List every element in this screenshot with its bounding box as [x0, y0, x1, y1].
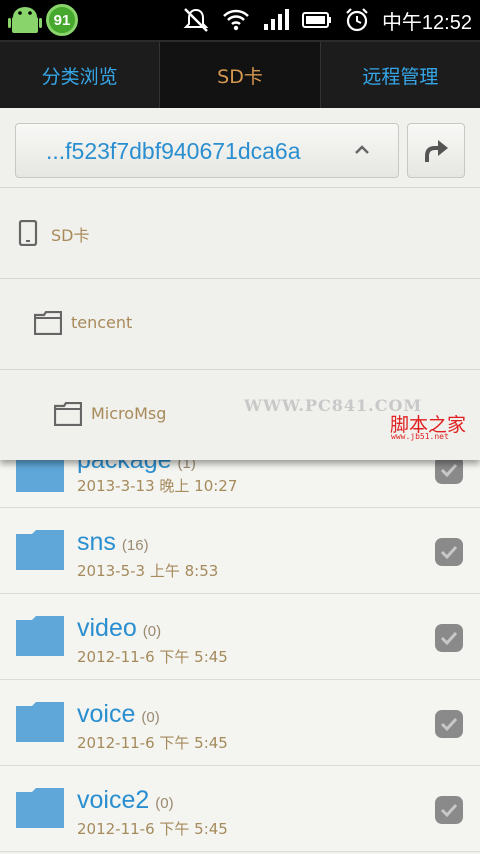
file-name: video: [77, 614, 137, 642]
file-name: voice2: [77, 786, 150, 814]
clock: 中午12:52: [381, 11, 472, 34]
file-date: 2012-11-6 下午 5:45: [77, 820, 228, 838]
android-icon: [8, 7, 42, 33]
wifi-icon: [223, 9, 249, 31]
file-date: 2013-5-3 上午 8:53: [77, 562, 219, 580]
path-bar: ...f523f7dbf940671dca6a: [0, 108, 480, 188]
select-checkbox[interactable]: [435, 538, 463, 566]
file-date: 2012-11-6 下午 5:45: [77, 734, 228, 752]
select-checkbox[interactable]: [435, 624, 463, 652]
path-selector[interactable]: ...f523f7dbf940671dca6a: [15, 123, 399, 178]
checkmark-icon: [440, 545, 458, 560]
list-item[interactable]: voice2 (0) 2012-11-6 下午 5:45: [0, 766, 480, 852]
list-item[interactable]: voice (0) 2012-11-6 下午 5:45: [0, 680, 480, 766]
alarm-icon: [346, 8, 368, 32]
file-name: sns: [77, 528, 116, 556]
select-checkbox[interactable]: [435, 710, 463, 738]
file-name: voice: [77, 700, 136, 728]
checkmark-icon: [440, 463, 458, 478]
list-item[interactable]: video (0) 2012-11-6 下午 5:45: [0, 594, 480, 680]
tab-category-browse[interactable]: 分类浏览: [0, 42, 161, 108]
path-item-label: SD卡: [51, 226, 90, 245]
file-date: 2012-11-6 下午 5:45: [77, 648, 228, 666]
file-count: (0): [141, 709, 160, 726]
status-bar: 91 中午12:52: [0, 0, 480, 40]
checkmark-icon: [440, 803, 458, 818]
watermark-logo-sub: www.jb51.net: [391, 432, 449, 441]
mute-icon: [183, 8, 209, 32]
checkmark-icon: [440, 717, 458, 732]
path-item-tencent[interactable]: tencent: [0, 279, 480, 370]
battery-icon: [301, 12, 331, 28]
folder-icon: [16, 530, 64, 570]
path-item-label: tencent: [71, 313, 133, 332]
current-path: ...f523f7dbf940671dca6a: [46, 138, 301, 164]
list-item[interactable]: sns (16) 2013-5-3 上午 8:53: [0, 508, 480, 594]
folder-icon: [16, 702, 64, 742]
path-item-sd-card[interactable]: SD卡: [0, 188, 480, 279]
folder-icon: [16, 788, 64, 828]
parent-directory-button[interactable]: [407, 123, 465, 178]
file-count: (0): [142, 623, 162, 640]
select-checkbox[interactable]: [435, 796, 463, 824]
file-count: (16): [121, 537, 149, 554]
up-arrow-icon: [425, 139, 448, 162]
tab-remote-manage[interactable]: 远程管理: [321, 42, 480, 108]
file-date: 2013-3-13 晚上 10:27: [77, 477, 238, 495]
file-count: (0): [155, 795, 174, 812]
folder-icon: [34, 311, 62, 335]
signal-icon: [263, 9, 289, 30]
file-list: package (1) 2013-3-13 晚上 10:27 sns (16) 20…: [0, 424, 480, 852]
battery-level-icon: 91: [46, 4, 78, 36]
chevron-up-icon: [355, 145, 369, 154]
path-item-label: MicroMsg: [91, 404, 167, 423]
checkmark-icon: [440, 631, 458, 646]
tab-bar: 分类浏览 SD卡 远程管理: [0, 40, 480, 108]
folder-icon: [16, 616, 64, 656]
tab-sd-card[interactable]: SD卡: [160, 42, 321, 108]
phone-icon: [18, 220, 38, 246]
folder-icon: [54, 402, 82, 426]
